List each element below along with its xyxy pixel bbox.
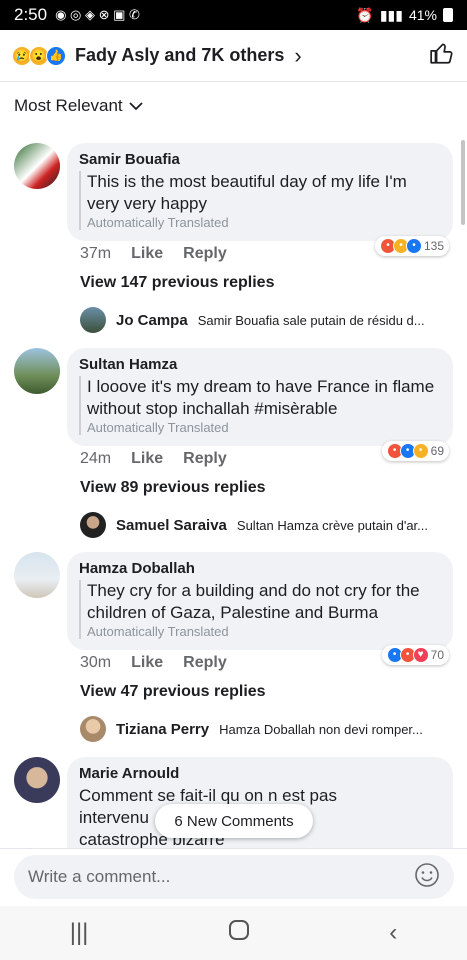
reply-author[interactable]: Tiziana Perry	[116, 721, 209, 738]
comment-actions: 24m Like Reply	[80, 450, 227, 468]
avatar[interactable]	[14, 552, 60, 598]
reply-author[interactable]: Samuel Saraiva	[116, 517, 227, 534]
reaction-badge[interactable]: • • ♥ 70	[381, 645, 449, 665]
like-reaction-icon: 👍	[46, 45, 66, 66]
alarm-icon: ⏰	[356, 6, 374, 23]
reactions-header[interactable]: 😢 😮 👍 Fady Asly and 7K others ›	[0, 30, 467, 82]
reaction-count: 70	[430, 648, 444, 662]
signal-icon: ▮▮▮	[379, 6, 403, 23]
chevron-down-icon	[129, 102, 143, 111]
reaction-icons: 😢 😮 👍	[12, 45, 66, 66]
view-previous-replies[interactable]: View 47 previous replies	[80, 683, 266, 701]
haha-reaction-icon: •	[412, 443, 429, 459]
comment-bubble[interactable]: Sultan Hamza I looove it's my dream to h…	[67, 348, 453, 446]
comment-author[interactable]: Marie Arnould	[79, 765, 441, 782]
reply-link[interactable]: Reply	[183, 245, 227, 263]
like-button[interactable]	[429, 40, 455, 71]
status-time: 2:50	[14, 5, 48, 24]
scrollbar-thumb[interactable]	[461, 140, 465, 225]
avatar[interactable]	[80, 307, 106, 333]
comment-actions: 37m Like Reply	[80, 245, 227, 263]
comment-actions: 30m Like Reply	[80, 654, 227, 672]
notification-icons: ◉ ◎ ◈ ⊗ ▣ ✆	[55, 7, 140, 22]
sort-label: Most Relevant	[14, 96, 123, 115]
comment-text: I looove it's my dream to have France in…	[79, 376, 441, 420]
comment-author[interactable]: Sultan Hamza	[79, 356, 441, 373]
battery-percent: 41%	[408, 7, 437, 23]
avatar[interactable]	[80, 716, 106, 742]
like-link[interactable]: Like	[131, 654, 163, 672]
translation-note: Automatically Translated	[79, 215, 441, 230]
reactors-summary[interactable]: Fady Asly and 7K others	[75, 45, 284, 66]
like-reaction-icon: •	[405, 238, 422, 254]
sort-dropdown[interactable]: Most Relevant	[14, 96, 143, 116]
reply-link[interactable]: Reply	[183, 654, 227, 672]
comment-composer: Write a comment...	[0, 848, 467, 906]
reply-preview[interactable]: Samuel Saraiva Sultan Hamza crève putain…	[80, 512, 460, 538]
view-previous-replies[interactable]: View 147 previous replies	[80, 274, 274, 292]
reaction-count: 135	[423, 239, 444, 253]
avatar[interactable]	[80, 512, 106, 538]
chevron-right-icon[interactable]: ›	[294, 43, 301, 69]
comment-time: 24m	[80, 450, 112, 467]
comment-text: This is the most beautiful day of my lif…	[79, 171, 441, 215]
avatar[interactable]	[14, 757, 60, 803]
comment-time: 37m	[80, 245, 112, 262]
translation-note: Automatically Translated	[79, 624, 441, 639]
reaction-badge[interactable]: • • • 69	[381, 441, 449, 461]
comment-text: They cry for a building and do not cry f…	[79, 580, 441, 624]
comment-time: 30m	[80, 654, 112, 671]
avatar[interactable]	[14, 143, 60, 189]
new-comments-button[interactable]: 6 New Comments	[155, 804, 313, 838]
reply-author[interactable]: Jo Campa	[116, 312, 188, 329]
emoji-icon[interactable]	[414, 862, 440, 893]
thumbs-up-icon	[430, 43, 453, 64]
comment-author[interactable]: Hamza Doballah	[79, 560, 441, 577]
reaction-badge[interactable]: • • • 135	[374, 236, 449, 256]
reply-link[interactable]: Reply	[183, 450, 227, 468]
system-nav-bar: ||| ‹	[0, 906, 467, 960]
recent-apps-icon[interactable]: |||	[70, 919, 89, 947]
love-reaction-icon: ♥	[412, 647, 429, 663]
reply-preview[interactable]: Tiziana Perry Hamza Doballah non devi ro…	[80, 716, 460, 742]
back-icon[interactable]: ‹	[389, 919, 397, 947]
reply-text: Samir Bouafia sale putain de résidu d...	[197, 312, 425, 328]
reply-text: Hamza Doballah non devi romper...	[219, 721, 423, 737]
comment-input[interactable]: Write a comment...	[14, 855, 454, 899]
reply-preview[interactable]: Jo Campa Samir Bouafia sale putain de ré…	[80, 307, 460, 333]
battery-icon	[443, 8, 453, 22]
view-previous-replies[interactable]: View 89 previous replies	[80, 479, 266, 497]
comment-author[interactable]: Samir Bouafia	[79, 151, 441, 168]
comment-placeholder: Write a comment...	[28, 867, 171, 886]
status-bar: 2:50 ◉ ◎ ◈ ⊗ ▣ ✆ ⏰ ▮▮▮ 41%	[0, 0, 467, 30]
reply-text: Sultan Hamza crève putain d'ar...	[236, 517, 428, 533]
translation-note: Automatically Translated	[79, 420, 441, 435]
comment-bubble[interactable]: Hamza Doballah They cry for a building a…	[67, 552, 453, 650]
reaction-count: 69	[430, 444, 444, 458]
home-icon[interactable]	[228, 919, 250, 948]
avatar[interactable]	[14, 348, 60, 394]
comment-bubble[interactable]: Samir Bouafia This is the most beautiful…	[67, 143, 453, 241]
like-link[interactable]: Like	[131, 245, 163, 263]
like-link[interactable]: Like	[131, 450, 163, 468]
